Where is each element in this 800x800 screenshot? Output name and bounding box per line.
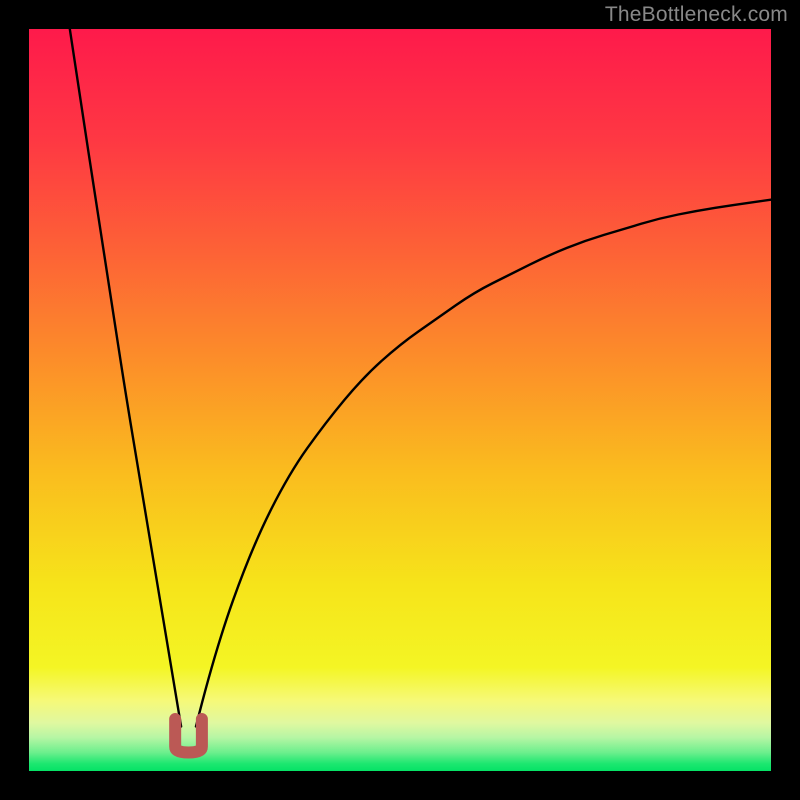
- watermark-text: TheBottleneck.com: [605, 3, 788, 27]
- plot-background: [29, 29, 771, 771]
- chart-stage: TheBottleneck.com: [0, 0, 800, 800]
- bottleneck-chart: [29, 29, 771, 771]
